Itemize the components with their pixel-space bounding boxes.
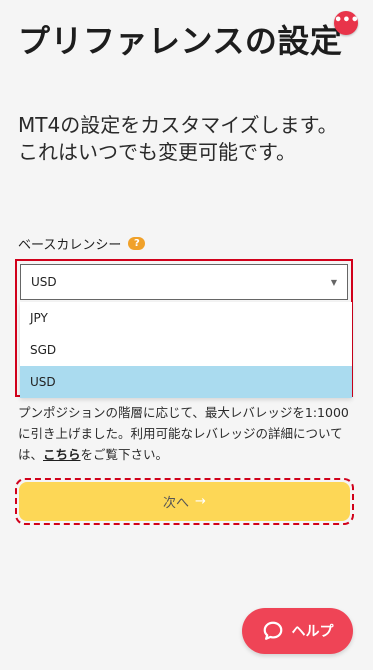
next-button[interactable]: 次へ →: [19, 482, 350, 521]
help-question-icon[interactable]: ?: [128, 237, 146, 250]
currency-options-list: JPY SGD USD: [20, 302, 352, 398]
currency-option-jpy[interactable]: JPY: [20, 302, 352, 334]
currency-option-usd[interactable]: USD: [20, 366, 352, 398]
scrollbar[interactable]: [367, 0, 373, 670]
more-dots-icon: •••: [334, 13, 359, 28]
page-subtitle: MT4の設定をカスタマイズします。これはいつでも変更可能です。: [18, 113, 338, 164]
chevron-down-icon: ▼: [330, 277, 337, 287]
currency-select-value: USD: [31, 275, 57, 289]
leverage-info-text-end: をご覧下さい。: [80, 447, 169, 462]
help-button-label: ヘルプ: [291, 624, 334, 640]
base-currency-label: ベースカレンシー: [18, 238, 122, 253]
page-title: プリファレンスの設定: [18, 22, 343, 60]
more-options-button[interactable]: •••: [334, 11, 359, 35]
base-currency-label-row: ベースカレンシー ?: [18, 234, 146, 253]
currency-select[interactable]: USD ▼: [20, 264, 348, 300]
next-button-label: 次へ: [163, 496, 190, 511]
currency-option-sgd[interactable]: SGD: [20, 334, 352, 366]
help-button[interactable]: ヘルプ: [242, 608, 353, 654]
leverage-info-text: プンポジションの階層に応じて、最大レバレッジを1:1000に引き上げました。利用…: [18, 402, 354, 465]
leverage-info-link[interactable]: こちら: [43, 447, 81, 462]
chat-bubble-icon: [263, 621, 282, 640]
arrow-right-icon: →: [195, 494, 206, 509]
